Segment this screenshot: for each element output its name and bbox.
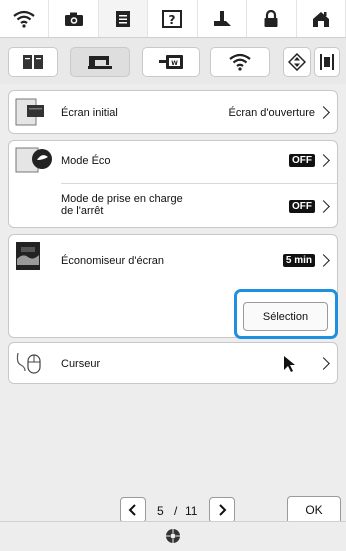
chevron-right-icon	[317, 106, 330, 119]
top-tab-bar: ?	[0, 0, 346, 38]
svg-text:W: W	[171, 60, 178, 67]
mode-arret-label-line1: Mode de prise en charge	[61, 193, 183, 205]
setting-row-ecran-initial[interactable]: Écran initial Écran d'ouverture	[8, 90, 338, 134]
category-network[interactable]	[210, 47, 270, 77]
divider	[61, 183, 337, 184]
next-page-button[interactable]	[209, 497, 235, 523]
chevron-right-icon	[317, 357, 330, 370]
tab-home[interactable]	[297, 0, 346, 38]
page-current: 5	[157, 504, 164, 518]
wifi-icon	[229, 53, 251, 71]
tab-lock[interactable]	[247, 0, 297, 38]
settings-category-bar: W	[0, 38, 346, 84]
mode-eco-label: Mode Éco	[61, 155, 111, 167]
economiseur-value[interactable]: 5 min	[282, 254, 315, 267]
settings-content: Écran initial Écran d'ouverture Mode Éco…	[0, 84, 346, 521]
setting-row-curseur[interactable]: Curseur	[8, 342, 338, 384]
chevron-right-icon	[317, 200, 330, 213]
bottom-status-bar	[0, 521, 346, 551]
wifi-icon	[13, 10, 35, 28]
document-icon	[116, 11, 131, 27]
cursor-arrow-icon	[284, 356, 295, 372]
camera-icon	[64, 12, 83, 26]
presser-foot-icon	[213, 11, 231, 26]
ecran-initial-value: Écran d'ouverture	[228, 107, 315, 119]
home-icon	[312, 12, 329, 27]
economiseur-label: Économiseur d'écran	[61, 255, 164, 267]
category-machine[interactable]	[70, 47, 130, 77]
tab-wifi[interactable]	[0, 0, 50, 38]
lock-icon	[264, 10, 278, 27]
ok-button[interactable]: OK	[287, 496, 341, 524]
previous-page-button[interactable]	[120, 497, 146, 523]
chevron-left-icon	[128, 504, 136, 516]
category-embroidery[interactable]: W	[142, 47, 200, 77]
page-separator: /	[174, 504, 178, 518]
screensaver-icon	[16, 242, 40, 270]
category-frame[interactable]	[314, 47, 340, 77]
eco-mode-icon	[15, 147, 52, 173]
setting-group-eco: Mode Éco OFF Mode de prise en charge de …	[8, 140, 338, 228]
chevron-right-icon	[219, 504, 227, 516]
mode-eco-value[interactable]: OFF	[289, 154, 315, 167]
tab-camera[interactable]	[49, 0, 99, 38]
book-icon	[23, 55, 43, 69]
category-general[interactable]	[8, 47, 58, 77]
svg-text:?: ?	[169, 13, 176, 27]
tab-settings[interactable]	[98, 0, 149, 38]
mode-arret-label-line2: de l'arrêt	[61, 205, 104, 217]
selection-button[interactable]: Sélection	[243, 302, 328, 331]
sewing-machine-icon	[88, 56, 112, 69]
help-icon: ?	[162, 10, 183, 28]
embroidery-icon: W	[159, 55, 183, 69]
curseur-label: Curseur	[61, 358, 101, 370]
category-scroll-button[interactable]	[283, 47, 311, 77]
tab-help[interactable]: ?	[148, 0, 198, 38]
tab-presser-foot[interactable]	[198, 0, 248, 38]
mouse-icon	[16, 352, 41, 374]
page-total: 11	[185, 504, 198, 518]
bobbin-icon	[166, 529, 180, 543]
diamond-arrows-icon	[288, 53, 306, 71]
chevron-right-icon	[317, 154, 330, 167]
frame-icon	[320, 54, 334, 70]
ecran-initial-label: Écran initial	[61, 107, 118, 119]
screen-icon	[15, 98, 44, 126]
chevron-right-icon	[317, 254, 330, 267]
mode-arret-value[interactable]: OFF	[289, 200, 315, 213]
